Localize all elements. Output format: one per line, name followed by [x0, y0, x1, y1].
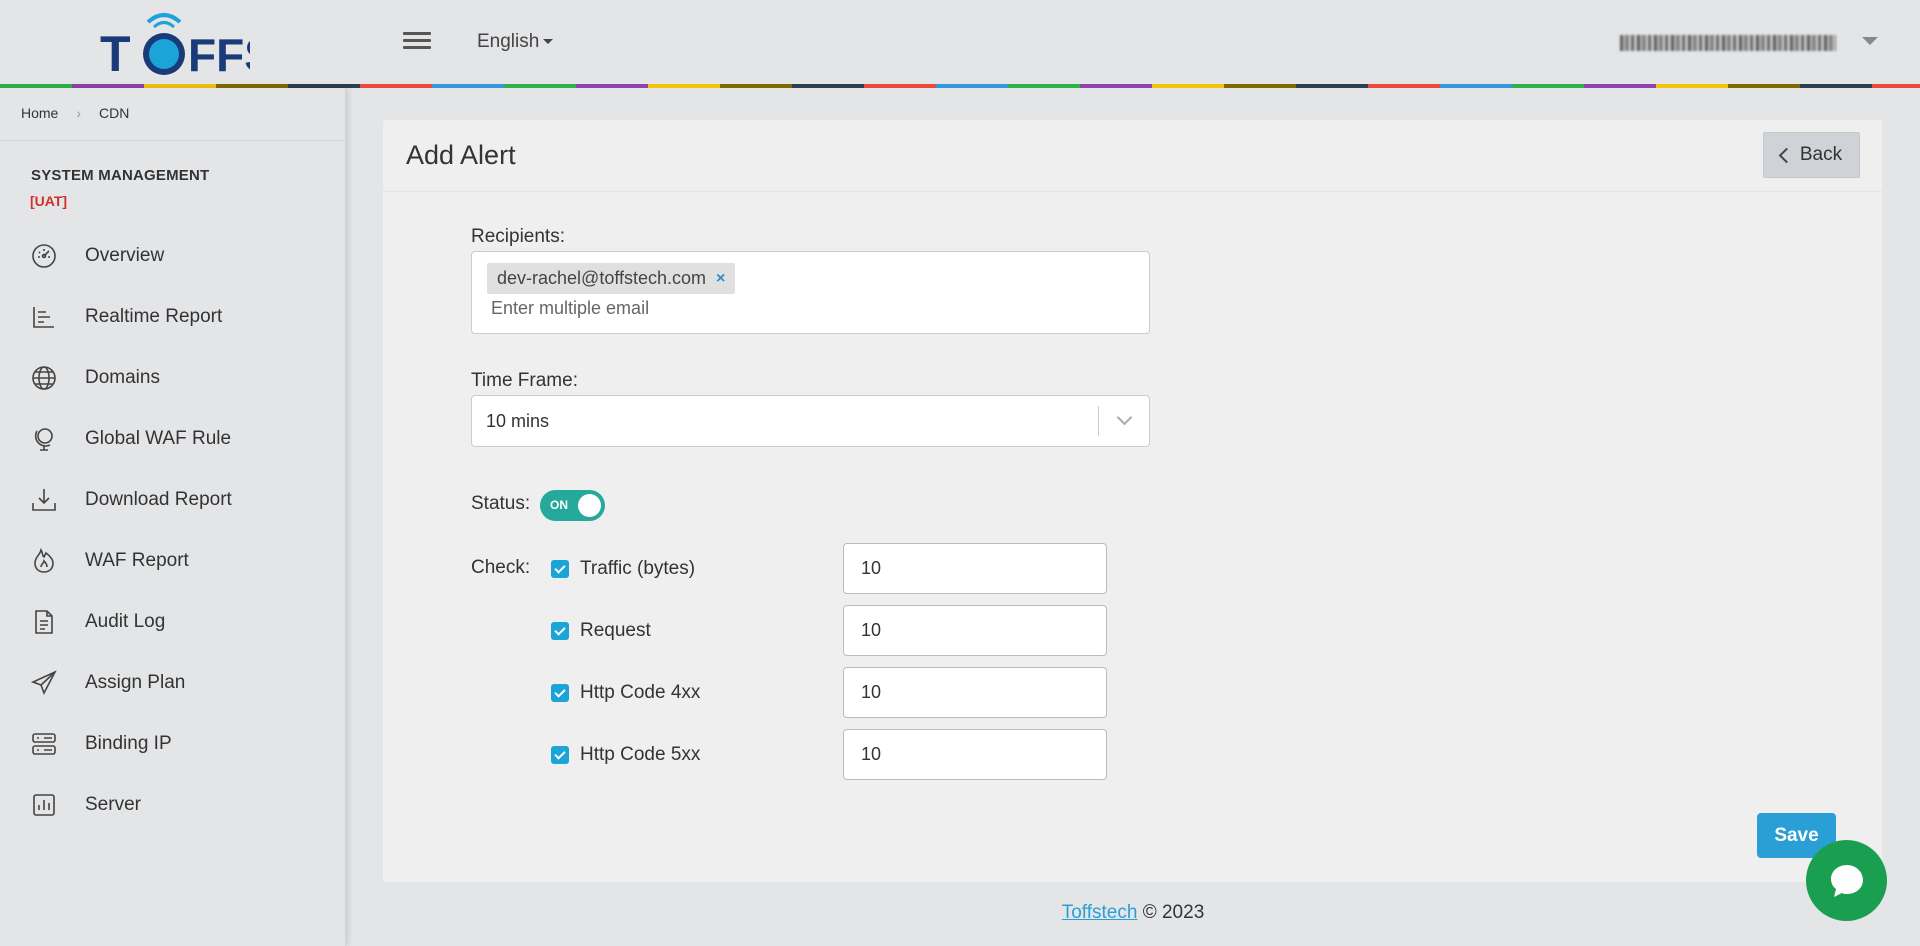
language-dropdown[interactable]: English — [477, 31, 554, 53]
chart-box-icon — [33, 793, 55, 816]
timeframe-label: Time Frame: — [471, 370, 578, 391]
breadcrumb: Home › CDN — [0, 88, 345, 141]
server-icon — [32, 732, 56, 755]
env-badge: [UAT] — [30, 193, 68, 209]
svg-text:T: T — [100, 26, 131, 78]
language-label: English — [477, 31, 540, 52]
check-label-5xx: Http Code 5xx — [580, 744, 701, 765]
sidebar-item-label: Audit Log — [85, 610, 166, 632]
check-label-request: Request — [580, 620, 651, 641]
sidebar-item-label: WAF Report — [85, 549, 189, 571]
breadcrumb-current[interactable]: CDN — [99, 105, 129, 121]
check-row-4xx: Http Code 4xx — [551, 682, 700, 704]
chevron-down-icon[interactable] — [1116, 409, 1133, 426]
http-4xx-checkbox[interactable] — [551, 684, 569, 702]
sidebar-item-overview[interactable]: Overview — [0, 225, 345, 286]
sidebar-item-domains[interactable]: Domains — [0, 347, 345, 408]
page-title: Add Alert — [406, 140, 516, 170]
recipients-label: Recipients: — [471, 226, 565, 247]
http-4xx-threshold-input[interactable] — [843, 667, 1107, 718]
breadcrumb-home[interactable]: Home — [21, 105, 58, 121]
status-toggle[interactable]: ON — [540, 490, 605, 521]
sidebar-item-label: Assign Plan — [85, 671, 186, 693]
sidebar-item-download-report[interactable]: Download Report — [0, 469, 345, 530]
globe-icon — [32, 365, 56, 390]
http-5xx-threshold-input[interactable] — [843, 729, 1107, 780]
svg-text:FFS: FFS — [188, 29, 250, 78]
top-header: T FFS English — [0, 0, 1920, 85]
sidebar-item-assign-plan[interactable]: Assign Plan — [0, 652, 345, 713]
check-row-request: Request — [551, 620, 651, 642]
sidebar-item-label: Realtime Report — [85, 305, 223, 327]
check-row-5xx: Http Code 5xx — [551, 744, 700, 766]
traffic-threshold-input[interactable] — [843, 543, 1107, 594]
footer: Toffstech © 2023 — [0, 902, 1920, 924]
timeframe-select[interactable]: 10 mins — [471, 395, 1150, 447]
check-label-4xx: Http Code 4xx — [580, 682, 701, 703]
user-menu-caret-icon[interactable] — [1862, 37, 1878, 45]
sidebar-item-label: Download Report — [85, 488, 232, 510]
recipient-tag: dev-rachel@toffstech.com × — [487, 263, 736, 294]
chevron-left-icon — [1778, 147, 1795, 163]
sidebar: Home › CDN SYSTEM MANAGEMENT [UAT] Overvie… — [0, 88, 346, 946]
check-label-traffic: Traffic (bytes) — [580, 558, 696, 579]
card-header: Add Alert Back — [383, 120, 1882, 192]
recipient-tag-text: dev-rachel@toffstech.com — [497, 268, 707, 288]
back-button[interactable]: Back — [1763, 132, 1860, 178]
toggle-state-text: ON — [550, 498, 568, 512]
footer-copyright: © 2023 — [1137, 902, 1205, 923]
request-checkbox[interactable] — [551, 622, 569, 640]
flame-icon — [34, 547, 54, 573]
sidebar-item-binding-ip[interactable]: Binding IP — [0, 713, 345, 774]
sidebar-item-label: Domains — [85, 366, 160, 388]
dashboard-icon — [32, 243, 56, 268]
download-icon — [32, 488, 56, 511]
footer-company-link[interactable]: Toffstech — [1062, 902, 1138, 923]
sidebar-item-label: Binding IP — [85, 732, 172, 754]
sidebar-item-realtime-report[interactable]: Realtime Report — [0, 286, 345, 347]
sidebar-item-label: Global WAF Rule — [85, 427, 232, 449]
sidebar-item-label: Server — [85, 793, 141, 815]
document-icon — [35, 609, 53, 634]
paper-plane-icon — [30, 669, 57, 695]
sidebar-menu: Overview Realtime Report Domains Global … — [0, 225, 345, 835]
back-button-label: Back — [1799, 144, 1843, 165]
bar-chart-icon — [33, 306, 54, 328]
globe-stand-icon — [34, 427, 53, 451]
toggle-knob — [578, 494, 601, 517]
caret-down-icon — [543, 39, 554, 45]
remove-tag-icon[interactable]: × — [716, 270, 725, 288]
traffic-checkbox[interactable] — [551, 560, 569, 578]
check-row-traffic: Traffic (bytes) — [551, 558, 695, 580]
section-title: SYSTEM MANAGEMENT — [31, 167, 210, 184]
request-threshold-input[interactable] — [843, 605, 1107, 656]
sidebar-item-label: Overview — [85, 244, 165, 266]
chat-bubble-icon — [1830, 864, 1863, 897]
toffs-logo[interactable]: T FFS — [100, 8, 250, 78]
timeframe-value: 10 mins — [486, 411, 550, 431]
breadcrumb-separator-icon: › — [76, 105, 82, 121]
check-label: Check: — [471, 557, 531, 578]
select-divider — [1098, 406, 1099, 436]
menu-toggle-icon[interactable] — [403, 28, 431, 56]
http-5xx-checkbox[interactable] — [551, 746, 569, 764]
sidebar-item-global-waf-rule[interactable]: Global WAF Rule — [0, 408, 345, 469]
user-email-blurred[interactable] — [1620, 35, 1836, 51]
add-alert-card: Add Alert Back Recipients: dev-rachel@to… — [383, 120, 1882, 882]
sidebar-item-audit-log[interactable]: Audit Log — [0, 591, 345, 652]
status-label: Status: — [471, 493, 531, 514]
sidebar-item-waf-report[interactable]: WAF Report — [0, 530, 345, 591]
sidebar-item-server[interactable]: Server — [0, 774, 345, 835]
recipients-input[interactable] — [491, 298, 1131, 319]
recipients-field[interactable]: dev-rachel@toffstech.com × — [471, 251, 1150, 334]
